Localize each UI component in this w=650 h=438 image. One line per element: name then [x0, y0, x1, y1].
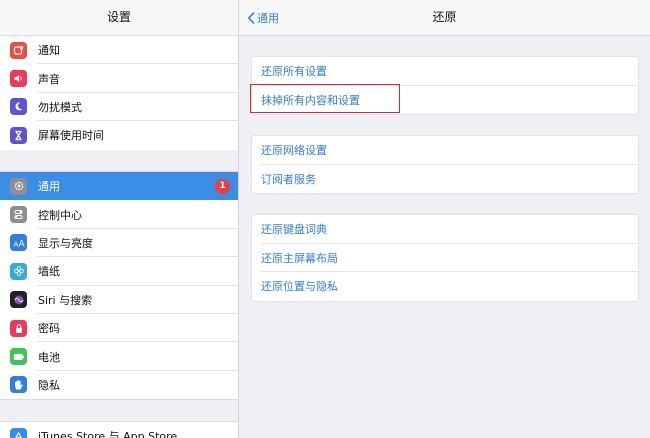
- lock-icon: [10, 319, 27, 337]
- app-store-icon: [10, 427, 27, 438]
- sidebar-item-label: 隐私: [38, 378, 60, 392]
- sidebar-group-gap: [0, 150, 238, 172]
- sounds-icon: [10, 70, 27, 88]
- settings-window: 设置 通知 声音 勿扰模式 屏幕使用时间 通用 1 控制中心 A A 显示与亮度…: [0, 0, 650, 438]
- moon-icon: [10, 98, 27, 116]
- sidebar-item-label: 屏幕使用时间: [38, 129, 104, 143]
- reset-keyboard-dictionary-button[interactable]: 还原键盘词典: [252, 215, 638, 244]
- page-title: 还原: [432, 10, 457, 24]
- sidebar-item-siri-search[interactable]: Siri 与搜索: [0, 286, 238, 315]
- reset-detail-pane: 通用 还原 还原所有设置 抹掉所有内容和设置 还原网络设置 订阅者服务 还原键盘…: [239, 0, 650, 438]
- sidebar-title: 设置: [0, 0, 238, 36]
- sidebar-item-battery[interactable]: 电池: [0, 342, 238, 372]
- sidebar-group-stores: iTunes Store 与 App Store: [0, 421, 238, 438]
- reset-group-network: 还原网络设置 订阅者服务: [251, 135, 639, 194]
- sidebar-group-general: 通用 1 控制中心 AA 显示与亮度 墙纸 Siri 与搜索 密码 电池 隐私: [0, 171, 238, 401]
- reset-group-keyboard: 还原键盘词典 还原主屏幕布局 还原位置与隐私: [251, 214, 639, 302]
- sidebar-item-control-center[interactable]: 控制中心: [0, 200, 238, 230]
- sidebar-item-label: 通知: [38, 44, 60, 58]
- erase-all-content-button[interactable]: 抹掉所有内容和设置: [252, 86, 638, 115]
- svg-text:A: A: [18, 239, 25, 248]
- hand-icon: [10, 376, 27, 394]
- subscriber-services-button[interactable]: 订阅者服务: [252, 165, 638, 194]
- sidebar-group-notifications: 通知 声音 勿扰模式 屏幕使用时间: [0, 35, 238, 151]
- sidebar-item-label: 控制中心: [38, 208, 82, 222]
- sidebar-item-screen-time[interactable]: 屏幕使用时间: [0, 121, 238, 149]
- sidebar-item-label: 通用: [38, 180, 60, 194]
- gear-icon: [10, 177, 27, 195]
- reset-all-settings-button[interactable]: 还原所有设置: [252, 57, 638, 86]
- text-size-icon: AA: [10, 234, 27, 252]
- reset-network-settings-button[interactable]: 还原网络设置: [252, 136, 638, 165]
- notifications-icon: [10, 41, 27, 59]
- back-button-label: 通用: [257, 11, 279, 25]
- notification-badge: 1: [215, 179, 230, 194]
- switches-icon: [10, 206, 27, 224]
- sidebar-item-privacy[interactable]: 隐私: [0, 371, 238, 399]
- back-button[interactable]: 通用: [247, 0, 279, 35]
- sidebar-item-passcode[interactable]: 密码: [0, 314, 238, 343]
- sidebar-group-gap: [0, 400, 238, 422]
- reset-home-screen-layout-button[interactable]: 还原主屏幕布局: [252, 244, 638, 273]
- reset-group-all: 还原所有设置 抹掉所有内容和设置: [251, 56, 639, 115]
- battery-icon: [10, 348, 27, 366]
- sidebar-item-label: 密码: [38, 322, 60, 336]
- sidebar-item-wallpaper[interactable]: 墙纸: [0, 257, 238, 286]
- sidebar-item-label: iTunes Store 与 App Store: [38, 430, 178, 438]
- sidebar-item-display-brightness[interactable]: AA 显示与亮度: [0, 229, 238, 258]
- sidebar-item-label: 勿扰模式: [38, 100, 82, 114]
- sidebar-item-general[interactable]: 通用 1: [0, 172, 238, 201]
- sidebar-item-label: 显示与亮度: [38, 236, 93, 250]
- sidebar-item-label: 电池: [38, 350, 60, 364]
- sidebar-item-label: 声音: [38, 72, 60, 86]
- sidebar-item-label: Siri 与搜索: [38, 293, 93, 307]
- navigation-bar: 通用 还原: [239, 0, 650, 36]
- flower-icon: [10, 262, 27, 280]
- settings-sidebar: 设置 通知 声音 勿扰模式 屏幕使用时间 通用 1 控制中心 A A 显示与亮度…: [0, 0, 239, 438]
- sidebar-item-sounds[interactable]: 声音: [0, 64, 238, 94]
- reset-location-privacy-button[interactable]: 还原位置与隐私: [252, 272, 638, 301]
- sidebar-item-do-not-disturb[interactable]: 勿扰模式: [0, 93, 238, 122]
- sidebar-item-app-store[interactable]: iTunes Store 与 App Store: [0, 422, 238, 438]
- sidebar-item-label: 墙纸: [38, 265, 60, 279]
- hourglass-icon: [10, 126, 27, 144]
- chevron-left-icon: [248, 11, 255, 24]
- siri-icon: [10, 291, 27, 309]
- sidebar-item-notifications[interactable]: 通知: [0, 36, 238, 65]
